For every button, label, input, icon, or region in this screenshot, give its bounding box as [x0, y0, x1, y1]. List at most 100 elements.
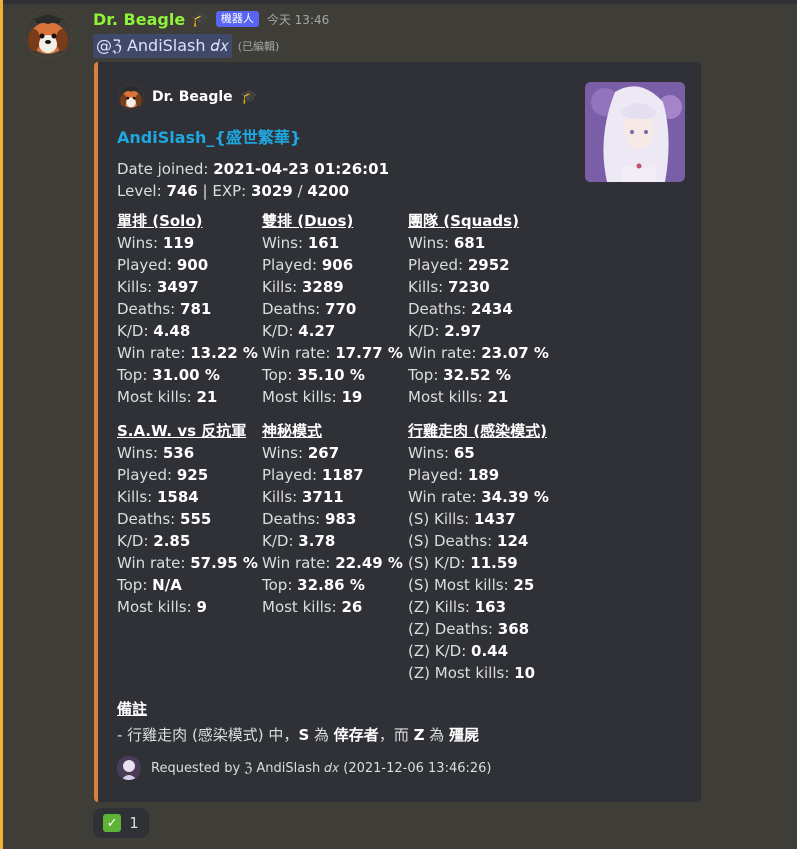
field-stat: (S) Deaths: 124: [408, 530, 549, 552]
exp-current: 3029: [251, 182, 293, 200]
top-divider: [0, 0, 797, 4]
field-stat: Top: 32.86 %: [262, 574, 403, 596]
stat-value: 22.49 %: [335, 554, 403, 572]
stat-value: 2.85: [153, 532, 191, 550]
stat-label: (S) Kills:: [408, 510, 470, 528]
note-mid2: ，而: [378, 726, 414, 744]
stat-value: 4.27: [298, 322, 336, 340]
field-stat: Kills: 7230: [408, 276, 549, 298]
stat-label: Kills:: [117, 278, 153, 296]
stat-label: Wins:: [262, 444, 304, 462]
date-joined-value: 2021-04-23 01:26:01: [213, 160, 390, 178]
level-label: Level:: [117, 182, 162, 200]
message-header: Dr. Beagle 🎓 機器人 今天 13:46: [93, 8, 329, 30]
field-stat: Win rate: 13.22 %: [117, 342, 258, 364]
exp-separator: /: [297, 182, 303, 200]
beagle-icon: [24, 10, 72, 58]
embed-title[interactable]: AndiSlash_{盛世繁華}: [117, 124, 301, 148]
stat-label: K/D:: [262, 532, 294, 550]
field-stat: Top: 31.00 %: [117, 364, 258, 386]
stat-label: K/D:: [117, 532, 149, 550]
graduation-cap-icon: 🎓: [240, 89, 259, 105]
embed-description: Date joined: 2021-04-23 01:26:01 Level: …: [117, 158, 389, 202]
note-mid3: 為: [424, 726, 450, 744]
note-z: Z: [413, 726, 425, 744]
field-stat: Played: 1187: [262, 464, 403, 486]
stat-value: 13.22 %: [190, 344, 258, 362]
date-joined-label: Date joined:: [117, 160, 209, 178]
field-stat: Played: 906: [262, 254, 403, 276]
mention-highlight-bar: [0, 0, 3, 849]
stat-label: Wins:: [117, 444, 159, 462]
field-name: 雙排 (Duos): [262, 212, 354, 230]
stat-value: 1584: [157, 488, 199, 506]
footer-text: Requested by ℨ AndiSlash 𝑑𝑥 (2021-12-06 …: [151, 760, 492, 776]
stat-label: Played:: [117, 256, 173, 274]
stat-label: Wins:: [408, 444, 450, 462]
stat-value: 7230: [448, 278, 490, 296]
field-stat: Most kills: 21: [408, 386, 549, 408]
note-zombie: 殭屍: [449, 726, 480, 744]
field-stat: Win rate: 34.39 %: [408, 486, 549, 508]
stat-label: Deaths:: [262, 300, 321, 318]
date-joined-line: Date joined: 2021-04-23 01:26:01: [117, 158, 389, 180]
edited-label: (已編輯): [237, 40, 280, 53]
field-stat: Deaths: 781: [117, 298, 258, 320]
field-stat: Wins: 267: [262, 442, 403, 464]
stat-label: Most kills:: [262, 388, 337, 406]
stat-label: Win rate:: [408, 344, 477, 362]
stat-label: Win rate:: [262, 554, 331, 572]
stat-label: Most kills:: [117, 598, 192, 616]
check-mark-icon: ✓: [103, 814, 122, 832]
stat-label: Top:: [117, 576, 148, 594]
field-stat: Top: 32.52 %: [408, 364, 549, 386]
stat-value: 161: [307, 234, 340, 252]
user-mention[interactable]: @ℨ AndiSlash 𝑑𝑥: [93, 34, 232, 58]
embed-field: 行雞走肉 (感染模式) Wins: 65 Played: 189 Win rate: …: [408, 420, 549, 684]
stat-value: 57.95 %: [190, 554, 258, 572]
stat-label: (S) K/D:: [408, 554, 466, 572]
stat-label: Deaths:: [262, 510, 321, 528]
stat-value: 3497: [157, 278, 199, 296]
note-text: - 行雞走肉 (感染模式) 中，S 為 倖存者，而 Z 為 殭屍: [117, 724, 479, 745]
stat-value: 32.52 %: [443, 366, 511, 384]
stat-value: 900: [176, 256, 209, 274]
reaction-check[interactable]: ✓ 1: [93, 808, 149, 838]
field-stat: Kills: 3711: [262, 486, 403, 508]
avatar[interactable]: [24, 10, 72, 58]
stat-label: Most kills:: [408, 388, 483, 406]
embed: Dr. Beagle 🎓 AndiSlash_{盛世繁華} Date joine…: [94, 62, 701, 802]
stat-value: 2434: [471, 300, 513, 318]
timestamp[interactable]: 今天 13:46: [267, 11, 329, 28]
field-stat: Played: 189: [408, 464, 549, 486]
field-stat: Deaths: 983: [262, 508, 403, 530]
stat-value: 781: [180, 300, 212, 318]
stat-label: (Z) K/D:: [408, 642, 467, 660]
stat-label: Played:: [408, 466, 464, 484]
field-stat: Deaths: 770: [262, 298, 403, 320]
note-mid1: 為: [309, 726, 334, 744]
stat-value: 770: [325, 300, 357, 318]
stat-label: Deaths:: [117, 300, 176, 318]
stat-label: Kills:: [408, 278, 444, 296]
graduation-cap-icon: 🎓: [191, 10, 210, 28]
field-stat: Kills: 1584: [117, 486, 258, 508]
embed-field: 神秘模式 Wins: 267 Played: 1187 Kills: 3711 Deat…: [262, 420, 403, 618]
field-stat: Most kills: 9: [117, 596, 258, 618]
stat-label: Kills:: [117, 488, 153, 506]
stat-label: K/D:: [117, 322, 149, 340]
stat-value: 119: [162, 234, 195, 252]
beagle-icon: [118, 84, 144, 110]
level-value: 746: [166, 182, 198, 200]
stat-label: Played:: [262, 466, 318, 484]
field-stat: K/D: 4.27: [262, 320, 403, 342]
stat-value: 9: [196, 598, 207, 616]
stat-label: Most kills:: [117, 388, 192, 406]
stat-value: 3.78: [298, 532, 336, 550]
field-stat: Wins: 536: [117, 442, 258, 464]
thumbnail-image[interactable]: [585, 82, 685, 182]
username[interactable]: Dr. Beagle: [93, 10, 185, 29]
message: Dr. Beagle 🎓 機器人 今天 13:46 @ℨ AndiSlash 𝑑…: [0, 0, 797, 849]
field-stat: Win rate: 17.77 %: [262, 342, 403, 364]
stat-value: 2.97: [444, 322, 482, 340]
